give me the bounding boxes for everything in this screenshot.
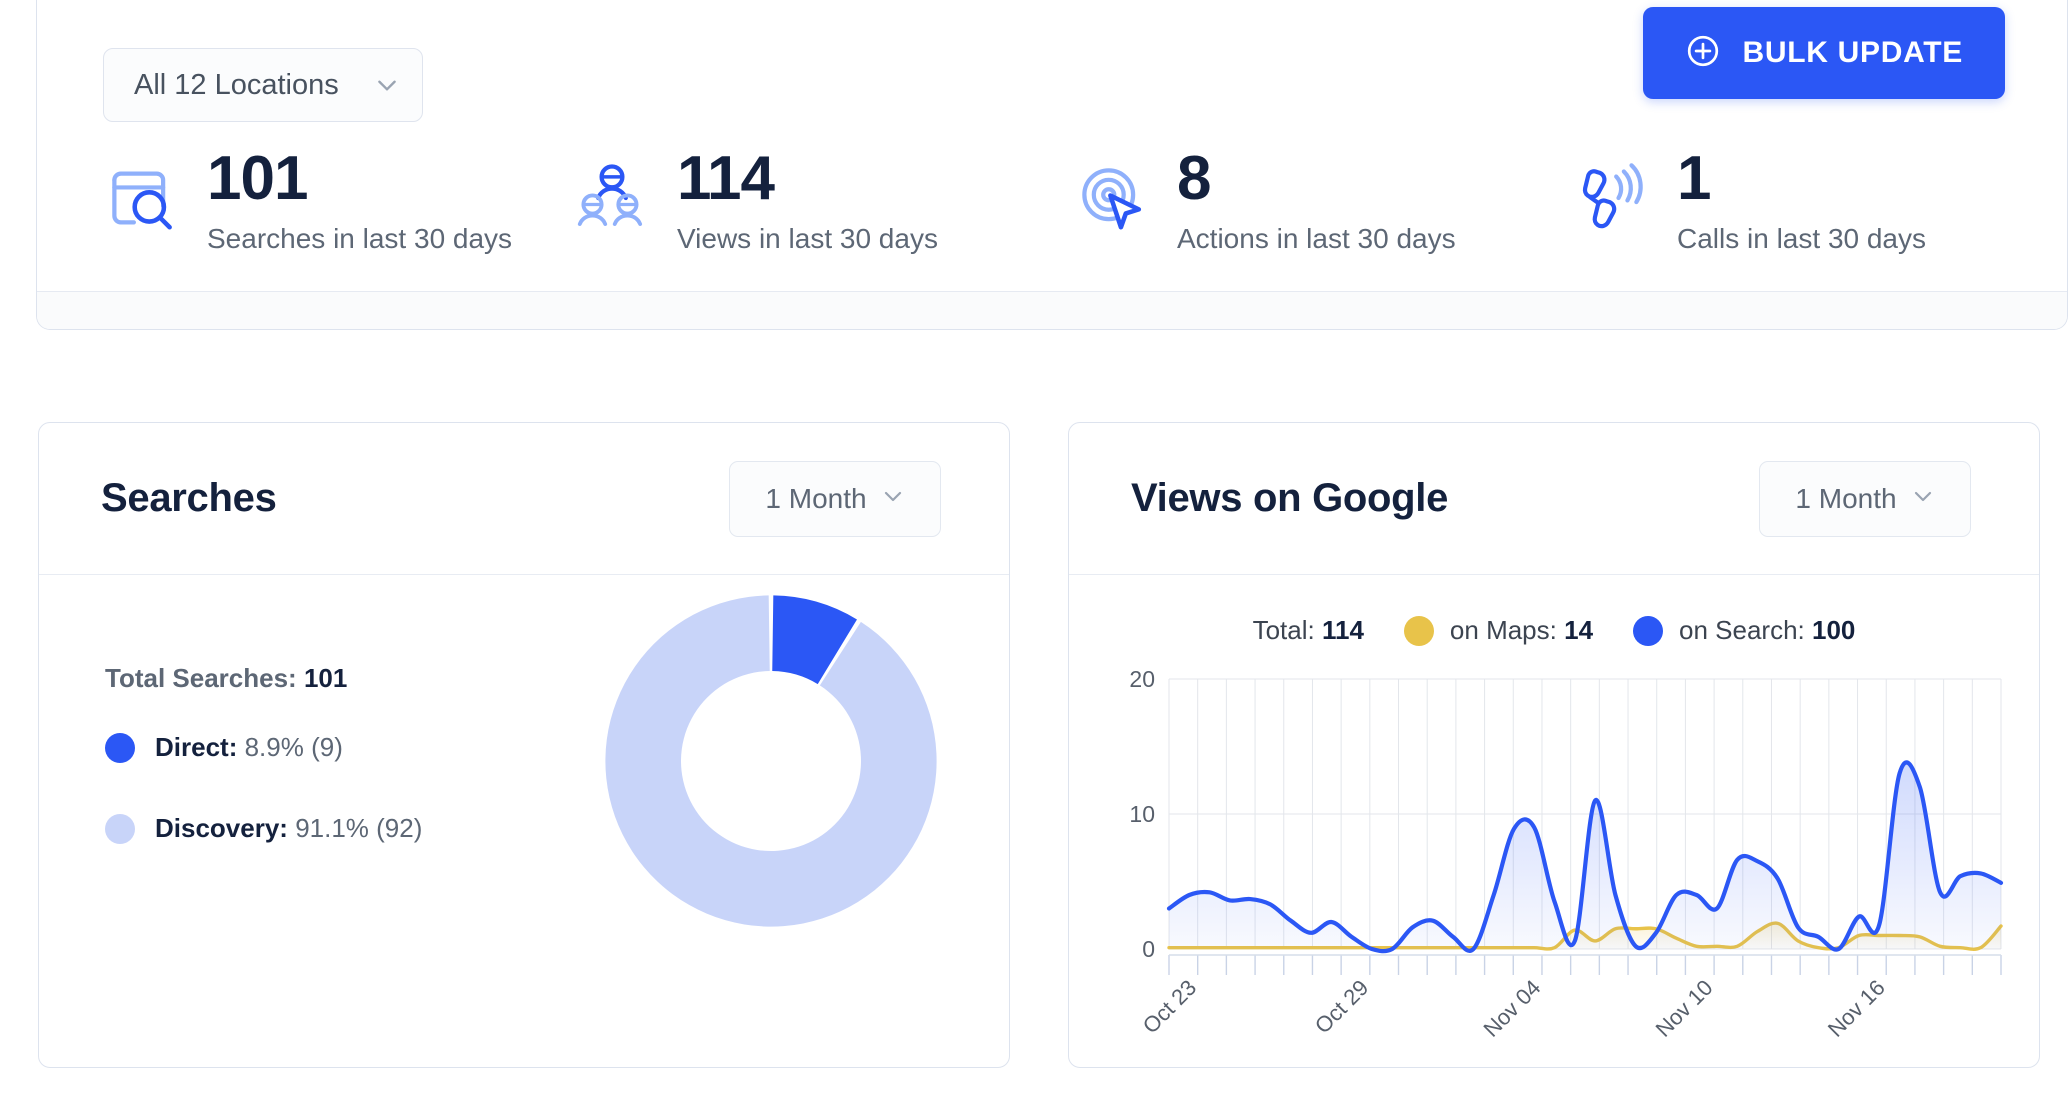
kpi-label: Actions in last 30 days [1177,222,1456,254]
legend-item-discovery: Discovery: 91.1% (92) [105,813,422,844]
kpi-label: Calls in last 30 days [1677,222,1927,254]
kpi-value: 8 [1177,144,1211,213]
legend-label-direct: Direct: 8.9% (9) [155,732,343,763]
views-range-value: 1 Month [1795,482,1897,514]
legend-label-total: Total: 114 [1253,615,1364,646]
searches-card: Searches 1 Month Total Searches: 101 Dir… [38,422,1010,1068]
summary-card-footer [37,291,2067,329]
legend-dot-maps [1403,615,1434,646]
kpi-actions: 8 Actions in last 30 days [1073,144,1573,280]
searches-range-select[interactable]: 1 Month [729,460,941,537]
x-axis-tick-label: Oct 23 [1138,975,1202,1039]
legend-name: on Maps: [1449,615,1557,645]
legend-dot-direct [105,732,135,763]
analytics-dashboard: All 12 Locations BULK UPDATE 101 Searche… [0,0,2068,1112]
legend-name: Total: [1252,615,1315,645]
legend-item-search: on Search: 100 [1633,615,1855,646]
legend-label-discovery: Discovery: 91.1% (92) [155,813,422,844]
phone-ring-icon [1573,156,1651,240]
legend-name: on Search: [1679,615,1805,645]
kpi-views: 114 Views in last 30 days [573,144,1073,280]
kpi-value: 101 [207,144,308,213]
total-searches-label: Total Searches: [105,663,297,693]
views-legend: Total: 114 on Maps: 14 on Search: 100 [1069,615,2039,646]
page-title-views: Views on Google [1131,476,1449,520]
chevron-down-icon [1911,484,1935,513]
x-axis-tick-label: Nov 10 [1651,975,1718,1041]
page-title-searches: Searches [101,476,277,520]
views-range-select[interactable]: 1 Month [1759,460,1971,537]
x-axis-tick-label: Oct 29 [1310,975,1374,1039]
legend-value: 8.9% (9) [244,732,343,762]
searches-range-value: 1 Month [765,482,867,514]
kpi-value: 1 [1677,144,1711,213]
x-axis-tick-label: Nov 16 [1823,975,1890,1041]
location-select-value: All 12 Locations [134,68,339,101]
people-group-icon [573,156,651,240]
search-window-icon [103,156,181,240]
legend-label-search: on Search: 100 [1679,615,1855,646]
legend-dot-search [1633,615,1664,646]
y-axis-tick-label: 20 [1129,671,1155,692]
summary-card: All 12 Locations BULK UPDATE 101 Searche… [36,0,2068,330]
legend-value: 14 [1564,615,1594,645]
legend-dot-discovery [105,813,135,844]
total-searches-row: Total Searches: 101 [105,663,422,694]
bulk-update-button[interactable]: BULK UPDATE [1642,7,2005,99]
total-searches-value: 101 [303,663,348,693]
donut-slice-discovery[interactable] [605,595,937,927]
views-line-chart: 0 10 20 Oct 23 Oct 29 Nov 04 Nov 10 Nov 16 [1091,666,2019,1042]
kpi-calls: 1 Calls in last 30 days [1573,144,2043,280]
searches-donut-chart [591,581,951,941]
y-axis-tick-label: 0 [1142,936,1155,962]
searches-legend: Total Searches: 101 Direct: 8.9% (9) Dis… [105,663,422,894]
chevron-down-icon [881,484,905,513]
legend-label-maps: on Maps: 14 [1450,615,1593,646]
plus-circle-icon [1685,33,1721,74]
location-select[interactable]: All 12 Locations [103,48,423,122]
legend-value: 100 [1812,615,1856,645]
kpi-row: 101 Searches in last 30 days 114 Views i… [103,144,2043,280]
legend-item-maps: on Maps: 14 [1403,615,1593,646]
legend-name: Direct: [155,732,238,762]
legend-value: 91.1% (92) [295,813,423,843]
searches-chart-body: Total Searches: 101 Direct: 8.9% (9) Dis… [39,575,1009,1067]
click-target-icon [1073,156,1151,240]
legend-item-direct: Direct: 8.9% (9) [105,732,422,763]
kpi-label: Searches in last 30 days [207,222,513,254]
y-axis-tick-label: 10 [1129,801,1155,827]
kpi-label: Views in last 30 days [677,222,938,254]
legend-item-total: Total: 114 [1253,615,1364,646]
legend-value: 114 [1321,615,1364,645]
views-chart-body: Total: 114 on Maps: 14 on Search: 100 0 … [1069,575,2039,1067]
views-card: Views on Google 1 Month Total: 114 on Ma… [1068,422,2040,1068]
legend-name: Discovery: [155,813,288,843]
bulk-update-label: BULK UPDATE [1742,36,1963,69]
chevron-down-icon [374,72,400,98]
searches-card-header: Searches 1 Month [39,423,1009,575]
kpi-searches: 101 Searches in last 30 days [103,144,573,280]
views-card-header: Views on Google 1 Month [1069,423,2039,575]
kpi-value: 114 [677,144,775,213]
x-axis-tick-label: Nov 04 [1479,975,1546,1041]
